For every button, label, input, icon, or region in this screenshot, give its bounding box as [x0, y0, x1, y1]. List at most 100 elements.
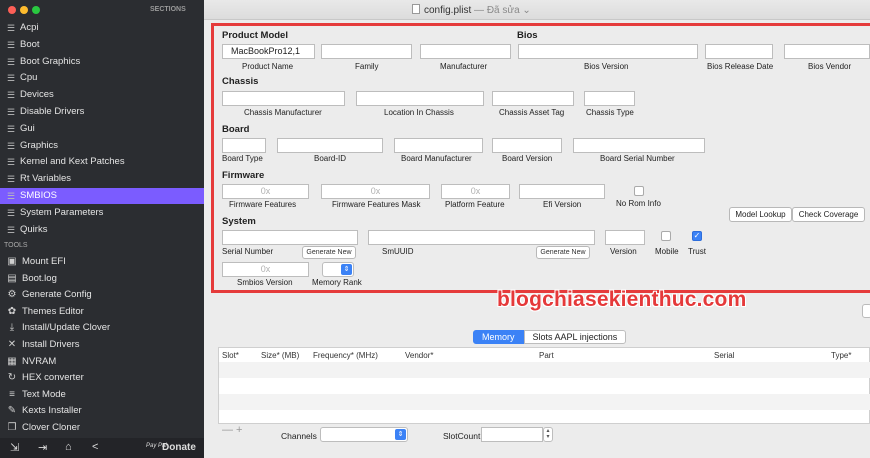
column-header-serial[interactable]: Serial	[714, 351, 734, 360]
sidebar-item-boot[interactable]: ☰ Boot	[0, 37, 204, 53]
location-in-chassis-field[interactable]	[356, 91, 484, 106]
share-icon[interactable]: <	[92, 441, 98, 453]
chevron-updown-icon: ⇕	[395, 429, 406, 440]
zoom-window-button[interactable]	[32, 6, 40, 14]
firmware-features-mask-field[interactable]: 0x	[321, 184, 430, 199]
tab-slots-aapl-injections[interactable]: Slots AAPL injections	[523, 330, 627, 344]
close-window-button[interactable]	[8, 6, 16, 14]
tool-item-label: NVRAM	[22, 355, 57, 367]
version-field[interactable]	[605, 230, 645, 245]
board-id-field[interactable]	[277, 138, 383, 153]
tool-item-boot-log[interactable]: ▤ Boot.log	[0, 271, 204, 287]
tool-item-mount-efi[interactable]: ▣ Mount EFI	[0, 254, 204, 270]
tool-item-label: Boot.log	[22, 272, 57, 284]
tool-item-themes-editor[interactable]: ✿ Themes Editor	[0, 304, 204, 320]
trust-checkbox[interactable]: ✓	[692, 231, 702, 241]
title-bar: config.plist — Đã sửa ⌄	[204, 0, 870, 20]
sidebar-item-boot-graphics[interactable]: ☰ Boot Graphics	[0, 54, 204, 70]
slotcount-stepper[interactable]: ▴ ▾	[543, 427, 553, 442]
tool-item-install-update-clover[interactable]: ⤓ Install/Update Clover	[0, 320, 204, 336]
memory-rank-select[interactable]: ⇕	[322, 262, 354, 277]
efi-version-label: Efi Version	[543, 200, 582, 209]
tool-item-hex-converter[interactable]: ↻ HEX converter	[0, 370, 204, 386]
column-header-size[interactable]: Size* (MB)	[261, 351, 299, 360]
column-header-type[interactable]: Type*	[831, 351, 851, 360]
generate-smuuid-button[interactable]: Generate New	[536, 246, 590, 259]
platform-feature-field[interactable]: 0x	[441, 184, 510, 199]
sidebar-item-graphics[interactable]: ☰ Graphics	[0, 138, 204, 154]
chassis-asset-tag-field[interactable]	[492, 91, 574, 106]
chassis-manufacturer-field[interactable]	[222, 91, 345, 106]
sidebar-item-devices[interactable]: ☰ Devices	[0, 87, 204, 103]
sidebar-item-system-parameters[interactable]: ☰ System Parameters	[0, 205, 204, 221]
tool-item-text-mode[interactable]: ≡ Text Mode	[0, 387, 204, 403]
tool-item-clover-cloner[interactable]: ❐ Clover Cloner	[0, 420, 204, 436]
board-manufacturer-field[interactable]	[394, 138, 483, 153]
board-manufacturer-label: Board Manufacturer	[401, 154, 472, 163]
sidebar-item-quirks[interactable]: ☰ Quirks	[0, 222, 204, 238]
board-serial-number-field[interactable]	[573, 138, 705, 153]
chassis-type-field[interactable]	[584, 91, 635, 106]
column-header-slot[interactable]: Slot*	[222, 351, 239, 360]
channels-select[interactable]: ⇕	[320, 427, 408, 442]
smbios-version-field[interactable]: 0x	[222, 262, 309, 277]
check-coverage-button[interactable]: Check Coverage	[792, 207, 865, 222]
slotcount-field[interactable]	[481, 427, 543, 442]
tool-item-generate-config[interactable]: ⚙ Generate Config	[0, 287, 204, 303]
bios-vendor-label: Bios Vendor	[808, 62, 852, 71]
list-icon: ☰	[7, 191, 16, 201]
tab-memory[interactable]: Memory	[473, 330, 524, 344]
firmware-features-label: Firmware Features	[229, 200, 297, 209]
model-lookup-button[interactable]: Model Lookup	[729, 207, 792, 222]
product-name-field[interactable]: MacBookPro12,1	[222, 44, 315, 59]
sidebar-item-acpi[interactable]: ☰ Acpi	[0, 20, 204, 36]
firmware-features-field[interactable]: 0x	[222, 184, 309, 199]
sidebar-item-kernel-and-kext-patches[interactable]: ☰ Kernel and Kext Patches	[0, 154, 204, 170]
sidebar-item-gui[interactable]: ☰ Gui	[0, 121, 204, 137]
add-remove-row-buttons[interactable]: — +	[222, 424, 242, 436]
column-header-frequency[interactable]: Frequency* (MHz)	[313, 351, 378, 360]
tool-item-install-drivers[interactable]: ✕ Install Drivers	[0, 337, 204, 353]
product-name-label: Product Name	[242, 62, 294, 71]
bios-vendor-field[interactable]	[784, 44, 870, 59]
family-field[interactable]	[321, 44, 412, 59]
palette-icon: ✿	[7, 305, 17, 317]
sidebar-item-disable-drivers[interactable]: ☰ Disable Drivers	[0, 104, 204, 120]
import-icon[interactable]: ⇲	[10, 441, 19, 454]
chevron-down-icon[interactable]: ⌄	[520, 5, 530, 16]
manufacturer-field[interactable]	[420, 44, 511, 59]
sidebar-item-label: Disable Drivers	[20, 106, 85, 117]
table-row[interactable]	[219, 362, 870, 378]
platform-feature-label: Platform Feature	[445, 200, 505, 209]
mobile-checkbox[interactable]	[661, 231, 671, 241]
donate-button[interactable]: Donate	[162, 442, 196, 453]
no-rom-info-checkbox[interactable]	[634, 186, 644, 196]
bios-version-field[interactable]	[518, 44, 698, 59]
column-header-part[interactable]: Part	[539, 351, 554, 360]
sidebar-item-cpu[interactable]: ☰ Cpu	[0, 70, 204, 86]
list-icon: ☰	[7, 140, 16, 151]
scroll-arrow-icon[interactable]	[862, 304, 870, 318]
smbios-version-label: Smbios Version	[237, 278, 293, 287]
smuuid-field[interactable]	[368, 230, 595, 245]
board-version-field[interactable]	[492, 138, 562, 153]
table-row[interactable]	[219, 410, 870, 424]
sidebar-item-label: Devices	[20, 89, 54, 101]
serial-number-field[interactable]	[222, 230, 358, 245]
efi-version-field[interactable]	[519, 184, 605, 199]
home-icon[interactable]: ⌂	[65, 441, 72, 453]
table-row[interactable]	[219, 394, 870, 410]
bios-release-date-field[interactable]	[705, 44, 773, 59]
table-row[interactable]	[219, 378, 870, 394]
export-icon[interactable]: ⇥	[38, 441, 47, 454]
column-header-vendor[interactable]: Vendor*	[405, 351, 433, 360]
minimize-window-button[interactable]	[20, 6, 28, 14]
tool-item-kexts-installer[interactable]: ✎ Kexts Installer	[0, 403, 204, 419]
sidebar-item-smbios[interactable]: ☰ SMBIOS	[0, 188, 204, 204]
tool-item-nvram[interactable]: ▦ NVRAM	[0, 354, 204, 370]
generate-serial-button[interactable]: Generate New	[302, 246, 356, 259]
trust-label: Trust	[688, 247, 706, 256]
board-type-field[interactable]	[222, 138, 266, 153]
list-icon: ☰	[7, 73, 16, 84]
sidebar-item-rt-variables[interactable]: ☰ Rt Variables	[0, 171, 204, 187]
